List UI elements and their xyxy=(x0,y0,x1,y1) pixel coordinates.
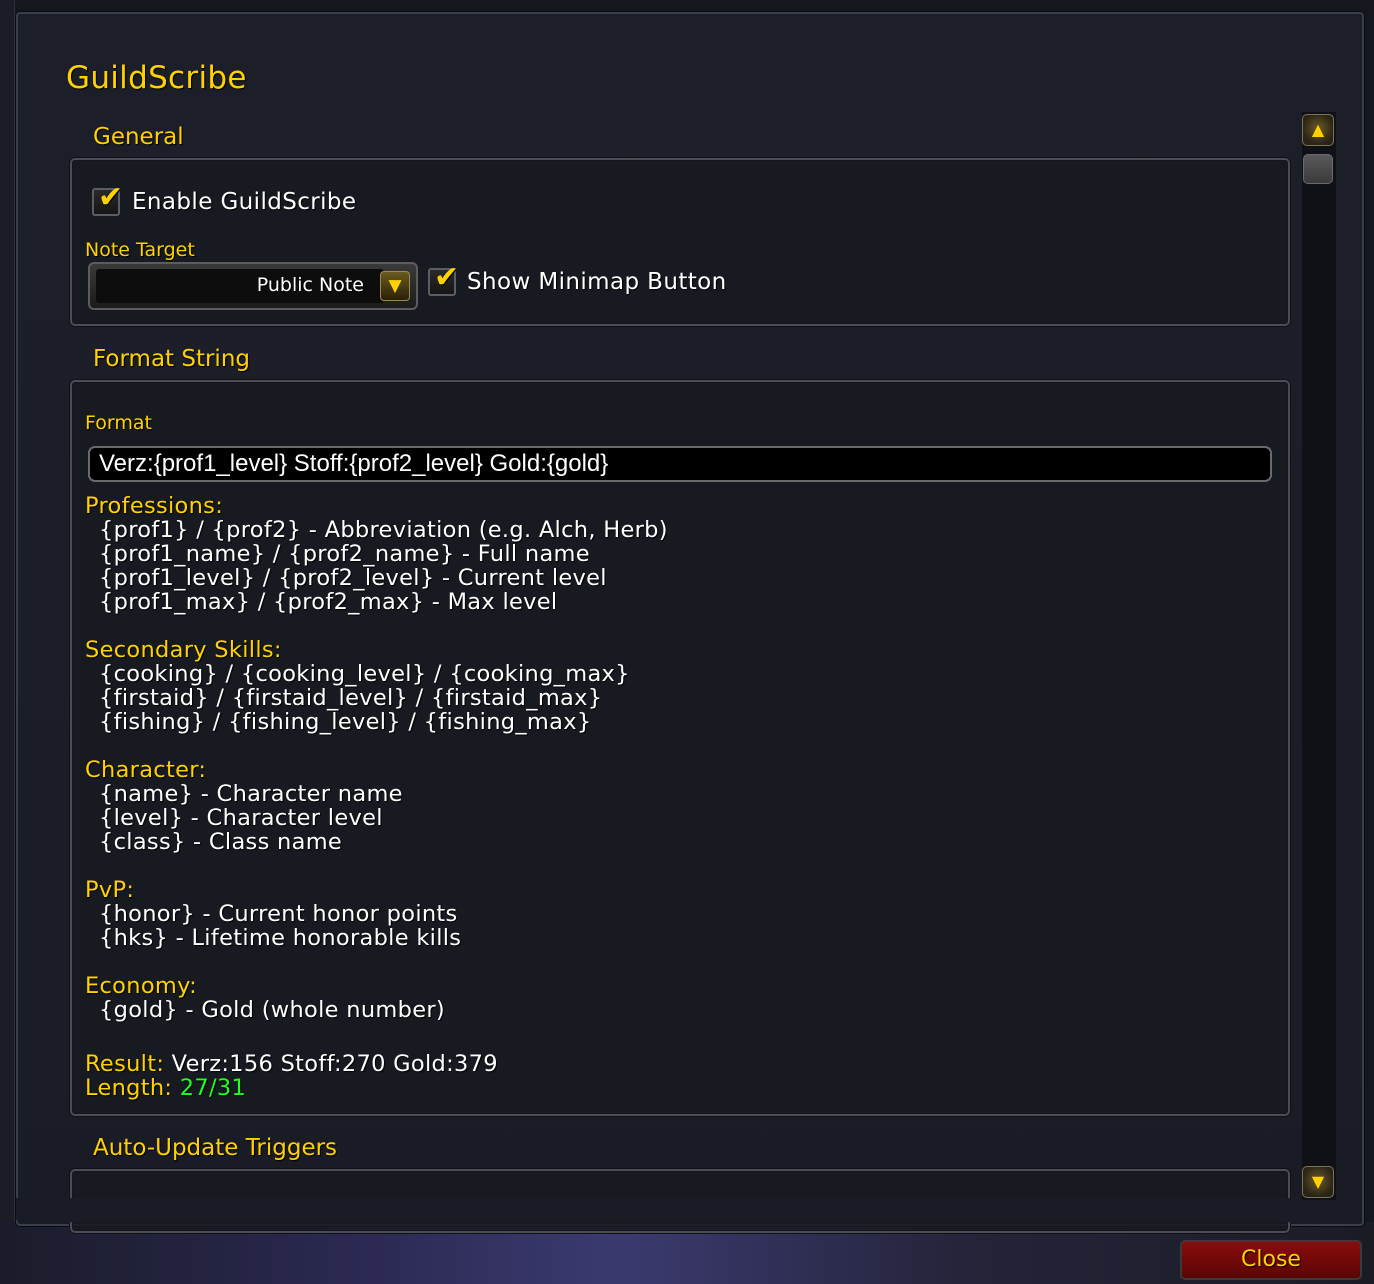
length-label: Length: xyxy=(85,1075,173,1101)
minimap-label: Show Minimap Button xyxy=(467,269,727,295)
economy-heading: Economy: xyxy=(85,973,197,999)
scroll-up-icon[interactable]: ▲ xyxy=(1302,114,1334,146)
length-line: Length: 27/31 xyxy=(85,1076,668,1100)
format-input[interactable]: Verz:{prof1_level} Stoff:{prof2_level} G… xyxy=(88,446,1272,482)
scroll-down-icon[interactable]: ▼ xyxy=(1302,1166,1334,1198)
section-title-auto-update: Auto-Update Triggers xyxy=(93,1135,338,1161)
scrollbar-thumb[interactable] xyxy=(1303,154,1333,184)
help-line: {class} - Class name xyxy=(99,829,343,855)
section-title-format: Format String xyxy=(93,346,251,372)
arrow-down-icon[interactable]: ▼ xyxy=(380,271,410,301)
help-line: {firstaid} / {firstaid_level} / {firstai… xyxy=(99,685,603,711)
note-target-label: Note Target xyxy=(85,239,195,261)
format-label: Format xyxy=(85,412,152,434)
checkmark-icon: ✔ xyxy=(434,260,460,295)
pvp-heading: PvP: xyxy=(85,877,135,903)
result-line: Result: Verz:156 Stoff:270 Gold:379 xyxy=(85,1052,668,1076)
help-line: {gold} - Gold (whole number) xyxy=(99,997,445,1023)
character-heading: Character: xyxy=(85,757,207,783)
help-line: {cooking} / {cooking_level} / {cooking_m… xyxy=(99,661,630,687)
help-line: {prof1} / {prof2} - Abbreviation (e.g. A… xyxy=(99,517,668,543)
help-line: {level} - Character level xyxy=(99,805,383,831)
help-line: {name} - Character name xyxy=(99,781,403,807)
format-help-text: Professions: {prof1} / {prof2} - Abbrevi… xyxy=(85,494,668,1100)
checkmark-icon: ✔ xyxy=(98,180,124,215)
scrollbar-track[interactable] xyxy=(1302,112,1336,1200)
note-target-dropdown[interactable]: Public Note ▼ xyxy=(88,262,418,310)
help-line: {hks} - Lifetime honorable kills xyxy=(99,925,462,951)
secondary-heading: Secondary Skills: xyxy=(85,637,282,663)
window-title: GuildScribe xyxy=(66,60,247,96)
left-frame-edge xyxy=(0,0,15,1222)
close-button[interactable]: Close xyxy=(1180,1240,1362,1280)
help-line: {prof1_name} / {prof2_name} - Full name xyxy=(99,541,590,567)
help-line: {honor} - Current honor points xyxy=(99,901,458,927)
enable-checkbox[interactable]: ✔ xyxy=(92,183,123,216)
section-title-general: General xyxy=(93,124,184,150)
length-value: 27/31 xyxy=(179,1075,247,1101)
scroll-clip xyxy=(16,1198,1360,1222)
help-line: {prof1_max} / {prof2_max} - Max level xyxy=(99,589,558,615)
dropdown-value: Public Note xyxy=(256,274,364,296)
result-label: Result: xyxy=(85,1051,165,1077)
professions-heading: Professions: xyxy=(85,493,224,519)
enable-label: Enable GuildScribe xyxy=(132,189,357,215)
result-value: Verz:156 Stoff:270 Gold:379 xyxy=(171,1051,498,1077)
help-line: {fishing} / {fishing_level} / {fishing_m… xyxy=(99,709,592,735)
minimap-checkbox[interactable]: ✔ xyxy=(428,263,459,296)
help-line: {prof1_level} / {prof2_level} - Current … xyxy=(99,565,607,591)
